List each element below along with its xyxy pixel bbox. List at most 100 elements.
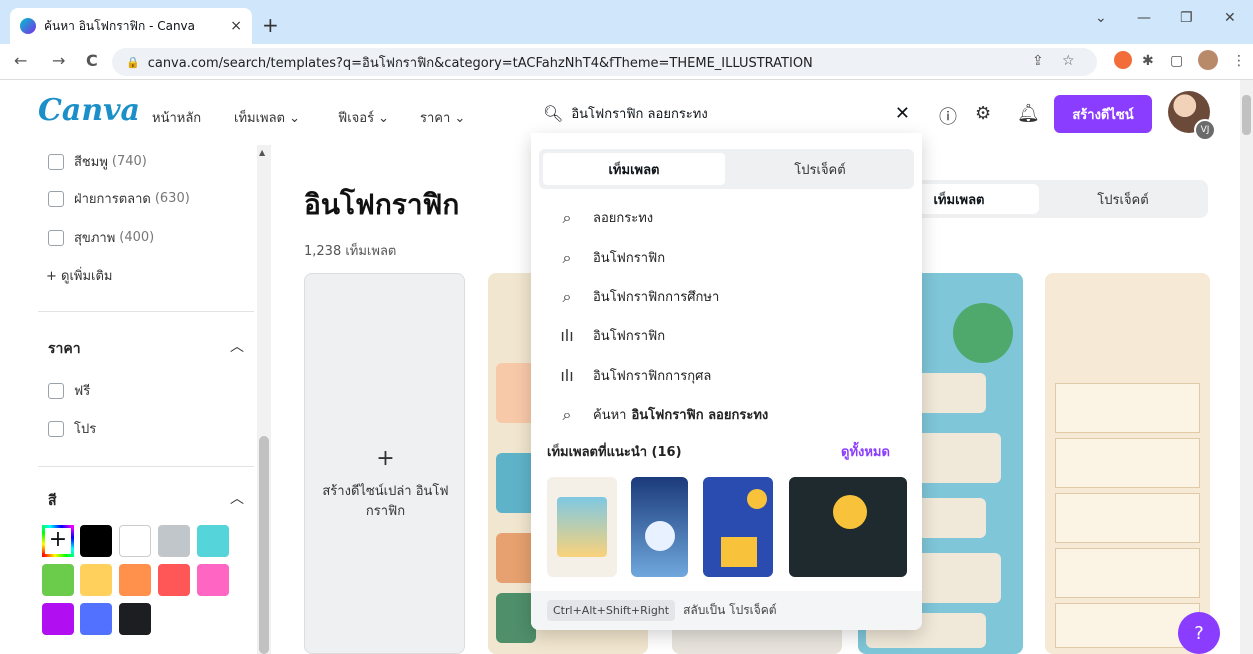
create-design-button[interactable]: สร้างดีไซน์: [1054, 95, 1152, 133]
suggestion-item[interactable]: ⌕ อินโฟกราฟิก: [557, 247, 666, 268]
custom-color-picker-icon[interactable]: +: [42, 525, 74, 557]
divider: [38, 311, 254, 312]
color-swatch[interactable]: [80, 603, 112, 635]
recommended-template-thumb[interactable]: [547, 477, 617, 577]
clear-search-icon[interactable]: ✕: [895, 103, 910, 124]
color-swatch[interactable]: [158, 525, 190, 557]
tab-search-icon[interactable]: ⌄: [1095, 10, 1107, 26]
avatar-initials: VJ: [1194, 119, 1216, 141]
search-icon: ⌕: [562, 247, 572, 267]
recommended-template-thumb[interactable]: [789, 477, 907, 577]
color-swatch[interactable]: [158, 564, 190, 596]
minimize-button[interactable]: —: [1137, 10, 1151, 26]
close-window-button[interactable]: ✕: [1224, 10, 1236, 26]
tab-title: ค้นหา อินโฟกราฟิก - Canva: [44, 18, 196, 33]
checkbox[interactable]: [48, 420, 64, 437]
profile-icon[interactable]: [1198, 50, 1218, 70]
divider: [38, 466, 254, 467]
recommended-template-thumb[interactable]: [703, 477, 773, 577]
color-swatch[interactable]: [119, 525, 151, 557]
search-all-item[interactable]: ⌕ ค้นหา อินโฟกราฟิก ลอยกระทง: [557, 404, 769, 425]
help-chat-button[interactable]: ?: [1178, 612, 1220, 654]
shortcut-label: สลับเป็น โปรเจ็คต์: [683, 603, 777, 617]
nav-features[interactable]: ฟีเจอร์ ⌄: [338, 107, 389, 128]
filter-free[interactable]: ฟรี: [48, 380, 90, 401]
trend-icon: ılı: [560, 326, 574, 345]
color-swatch[interactable]: [80, 525, 112, 557]
suggestion-text: อินโฟกราฟิก: [593, 329, 666, 344]
filter-pink[interactable]: สีชมพู (740): [48, 151, 147, 172]
color-swatch[interactable]: [119, 603, 151, 635]
color-swatch[interactable]: [42, 603, 74, 635]
plus-icon: +: [376, 446, 395, 471]
address-bar[interactable]: 🔒 canva.com/search/templates?q=อินโฟกราฟ…: [112, 48, 1097, 76]
suggestion-text: อินโฟกราฟิกการศึกษา: [593, 290, 720, 305]
suggestion-item[interactable]: ⌕ อินโฟกราฟิกการศึกษา: [557, 286, 720, 307]
search-tab-projects[interactable]: โปรเจ็คต์: [729, 153, 911, 185]
browser-tabstrip: ค้นหา อินโฟกราฟิก - Canva × + ⌄ — ❐ ✕: [0, 0, 1253, 44]
suggestion-item[interactable]: ılı อินโฟกราฟิก: [557, 325, 665, 346]
dropdown-footer: Ctrl+Alt+Shift+Right สลับเป็น โปรเจ็คต์: [531, 591, 922, 630]
extension-icon[interactable]: [1114, 51, 1132, 69]
canva-logo[interactable]: Canva: [38, 93, 140, 128]
filter-count: (400): [119, 230, 155, 245]
search-tab-templates[interactable]: เท็มเพลต: [543, 153, 725, 185]
color-swatch[interactable]: [42, 564, 74, 596]
reload-button[interactable]: C: [86, 51, 98, 70]
search-suggestions-dropdown: เท็มเพลต โปรเจ็คต์ ⌕ ลอยกระทง ⌕ อินโฟกรา…: [531, 133, 922, 630]
filter-marketing[interactable]: ฝ่ายการตลาด (630): [48, 188, 190, 209]
color-swatch[interactable]: [119, 564, 151, 596]
tab-close-icon[interactable]: ×: [230, 18, 242, 34]
filter-health[interactable]: สุขภาพ (400): [48, 227, 154, 248]
page-scroll-thumb[interactable]: [1242, 95, 1251, 135]
suggestion-item[interactable]: ⌕ ลอยกระทง: [557, 207, 654, 228]
search-field[interactable]: 🔍︎ อินโฟกราฟิก ลอยกระทง ✕: [531, 93, 922, 133]
new-tab-button[interactable]: +: [262, 13, 279, 37]
checkbox[interactable]: [48, 153, 64, 170]
browser-tab[interactable]: ค้นหา อินโฟกราฟิก - Canva ×: [10, 8, 252, 44]
filter-count: (630): [154, 191, 190, 206]
recommended-template-thumb[interactable]: [631, 477, 688, 577]
color-swatch[interactable]: [197, 564, 229, 596]
more-menu-icon[interactable]: ⋮: [1232, 53, 1246, 69]
page-scrollbar[interactable]: [1240, 80, 1253, 654]
tab-projects[interactable]: โปรเจ็คต์: [1043, 184, 1203, 214]
browser-toolbar: ← → C 🔒 canva.com/search/templates?q=อิน…: [0, 44, 1253, 80]
back-button[interactable]: ←: [14, 51, 27, 70]
restore-button[interactable]: ❐: [1180, 10, 1193, 26]
nav-pricing[interactable]: ราคา ⌄: [420, 107, 465, 128]
bookmark-star-icon[interactable]: ☆: [1062, 53, 1075, 69]
color-swatch[interactable]: [197, 525, 229, 557]
filter-label: ฝ่ายการตลาด: [74, 192, 151, 207]
template-card[interactable]: [1045, 273, 1210, 654]
help-icon[interactable]: ⓘ: [939, 103, 957, 129]
filter-label: โปร: [74, 422, 97, 437]
see-more-link[interactable]: + ดูเพิ่มเติม: [46, 265, 113, 286]
settings-icon[interactable]: ⚙: [975, 103, 991, 124]
forward-button[interactable]: →: [52, 51, 65, 70]
suggestion-item[interactable]: ılı อินโฟกราฟิกการกุศล: [557, 365, 711, 386]
chevron-up-icon[interactable]: ︿: [230, 336, 244, 356]
recommended-title: เท็มเพลตที่แนะนำ (16): [547, 445, 682, 460]
nav-templates[interactable]: เท็มเพลต ⌄: [234, 107, 300, 128]
share-icon[interactable]: ⇪: [1032, 53, 1044, 69]
checkbox[interactable]: [48, 190, 64, 207]
filter-label: สุขภาพ: [74, 231, 116, 246]
bell-icon[interactable]: 🔔︎: [1017, 103, 1040, 124]
search-icon: ⌕: [562, 286, 572, 306]
see-all-link[interactable]: ดูทั้งหมด: [841, 441, 890, 462]
nav-home[interactable]: หน้าหลัก: [152, 107, 201, 128]
filter-pro[interactable]: โปร: [48, 418, 96, 439]
checkbox[interactable]: [48, 229, 64, 246]
checkbox[interactable]: [48, 382, 64, 399]
scroll-up-icon[interactable]: ▲: [259, 148, 265, 157]
search-all-query: อินโฟกราฟิก ลอยกระทง: [631, 408, 769, 423]
sidepanel-icon[interactable]: ▢: [1170, 53, 1183, 69]
search-input[interactable]: อินโฟกราฟิก ลอยกระทง: [571, 103, 895, 124]
extensions-puzzle-icon[interactable]: ✱: [1142, 53, 1154, 69]
search-icon: ⌕: [562, 207, 572, 227]
create-blank-card[interactable]: + สร้างดีไซน์เปล่า อินโฟกราฟิก: [304, 273, 465, 654]
color-swatch[interactable]: [80, 564, 112, 596]
chevron-up-icon[interactable]: ︿: [230, 488, 244, 508]
sidebar-scroll-thumb[interactable]: [259, 436, 269, 654]
